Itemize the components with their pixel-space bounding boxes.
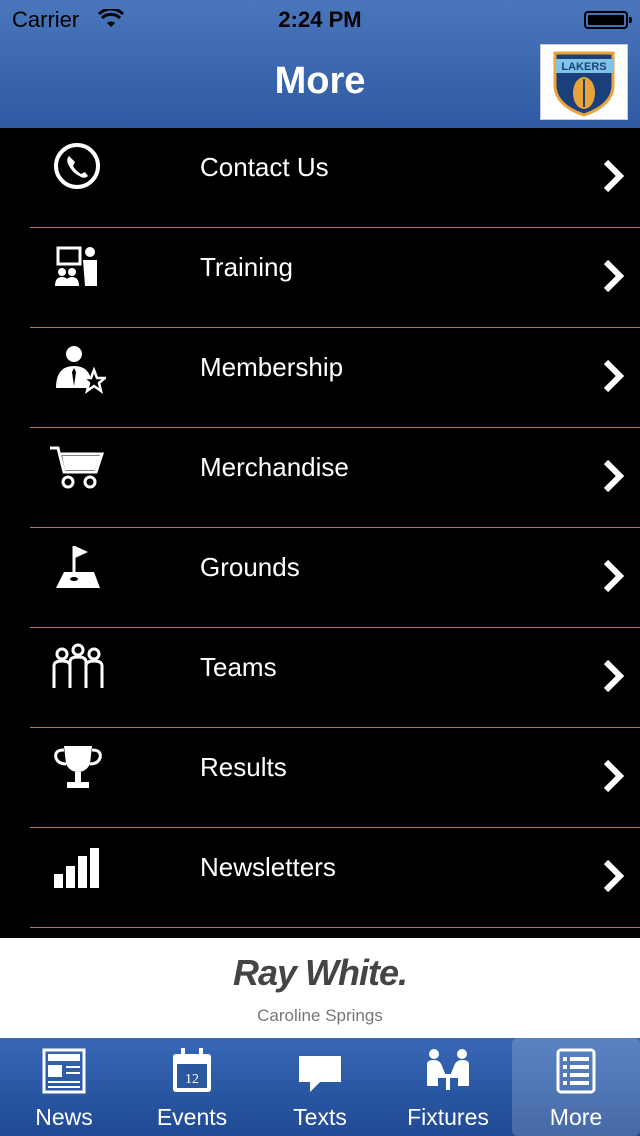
status-bar: Carrier 2:24 PM	[0, 0, 640, 40]
tab-label: More	[549, 1104, 603, 1130]
presentation-icon	[55, 246, 97, 286]
tab-bar: News 12 Events Texts Fixtures More	[0, 1038, 640, 1136]
menu-item-label: Contact Us	[200, 152, 329, 182]
svg-text:LAKERS: LAKERS	[561, 61, 606, 73]
row-separator	[30, 927, 640, 928]
club-logo[interactable]: LAKERS	[540, 44, 628, 120]
lakers-logo-icon: LAKERS	[553, 51, 615, 117]
chevron-right-icon	[603, 259, 625, 293]
sponsor-banner[interactable]: Ray White. Caroline Springs	[0, 938, 640, 1038]
chevron-right-icon	[603, 659, 625, 693]
tab-label: Texts	[293, 1104, 347, 1130]
more-menu-list: Contact Us Training Membership Merchandi…	[0, 128, 640, 938]
battery-icon	[584, 11, 632, 29]
status-time: 2:24 PM	[278, 7, 362, 32]
menu-item-label: Merchandise	[200, 452, 349, 482]
speech-bubble-icon	[299, 1056, 341, 1092]
shopping-cart-icon	[50, 446, 105, 489]
sponsor-name: Ray White.	[232, 952, 408, 993]
nav-header: Carrier 2:24 PM More LAKERS	[0, 0, 640, 128]
tab-events[interactable]: 12 Events	[128, 1038, 256, 1136]
menu-item-label: Training	[200, 252, 293, 282]
chevron-right-icon	[603, 359, 625, 393]
svg-text:12: 12	[185, 1072, 199, 1087]
trophy-icon	[54, 746, 102, 788]
menu-item-membership[interactable]: Membership	[0, 328, 640, 428]
chevron-right-icon	[603, 759, 625, 793]
team-people-icon	[52, 643, 104, 688]
chevron-right-icon	[603, 459, 625, 493]
chevron-right-icon	[603, 559, 625, 593]
bar-chart-icon	[54, 848, 99, 888]
tab-more[interactable]: More	[512, 1038, 640, 1136]
calendar-icon: 12	[173, 1048, 211, 1092]
member-star-icon	[56, 346, 106, 394]
tab-texts[interactable]: Texts	[256, 1038, 384, 1136]
menu-item-newsletters[interactable]: Newsletters	[0, 828, 640, 928]
menu-item-label: Teams	[200, 652, 277, 682]
list-icon	[556, 1048, 596, 1094]
menu-item-merchandise[interactable]: Merchandise	[0, 428, 640, 528]
menu-item-training[interactable]: Training	[0, 228, 640, 328]
menu-item-contact-us[interactable]: Contact Us	[0, 128, 640, 228]
tab-label: Events	[156, 1104, 228, 1130]
menu-item-label: Newsletters	[200, 852, 336, 882]
golf-flag-icon	[56, 546, 100, 588]
menu-item-results[interactable]: Results	[0, 728, 640, 828]
tab-news[interactable]: News	[0, 1038, 128, 1136]
sponsor-location: Caroline Springs	[257, 1006, 383, 1025]
menu-item-label: Grounds	[200, 552, 300, 582]
menu-item-teams[interactable]: Teams	[0, 628, 640, 728]
phone-icon	[54, 143, 100, 189]
menu-item-label: Membership	[200, 352, 344, 382]
chevron-right-icon	[603, 159, 625, 193]
menu-item-grounds[interactable]: Grounds	[0, 528, 640, 628]
meeting-icon	[427, 1049, 469, 1090]
menu-item-label: Results	[200, 752, 287, 782]
tab-label: Fixtures	[407, 1104, 489, 1130]
chevron-right-icon	[603, 859, 625, 893]
newspaper-icon	[42, 1048, 86, 1094]
tab-fixtures[interactable]: Fixtures	[384, 1038, 512, 1136]
tab-label: News	[35, 1104, 93, 1130]
